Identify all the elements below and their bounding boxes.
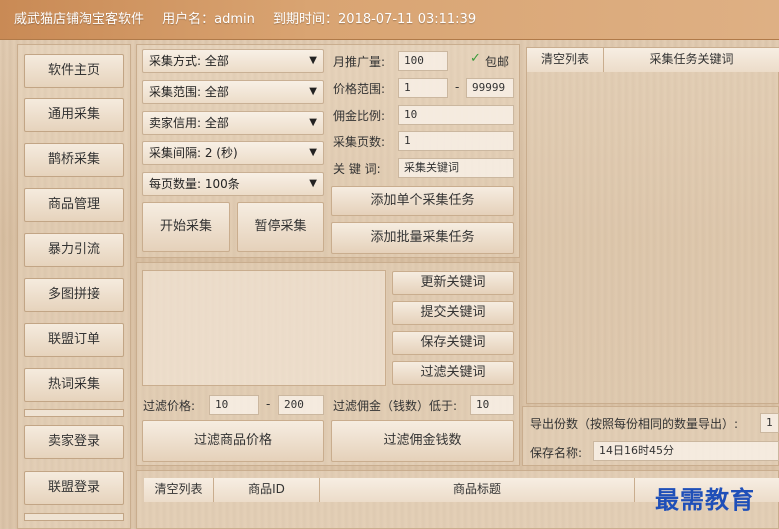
price-max-input[interactable]: 99999: [466, 78, 514, 98]
collect-method-select[interactable]: 采集方式: 全部 ▼: [142, 49, 324, 73]
filter-goods-price-button[interactable]: 过滤商品价格: [142, 420, 324, 462]
save-name-input[interactable]: 14日16时45分: [593, 441, 779, 461]
commission-ratio-label: 佣金比例:: [333, 109, 386, 123]
nav-alliance-login[interactable]: 联盟登录: [24, 471, 124, 505]
price-min-input[interactable]: 1: [398, 78, 448, 98]
submit-keywords-button[interactable]: 提交关键词: [392, 301, 514, 325]
chevron-down-icon: ▼: [309, 55, 317, 66]
filter-commission-button[interactable]: 过滤佣金钱数: [331, 420, 514, 462]
keyword-label: 关 键 词:: [333, 162, 381, 176]
chevron-down-icon: ▼: [309, 147, 317, 158]
nav-separator: [24, 409, 124, 417]
filter-commission-label: 过滤佣金（钱数）低于:: [333, 399, 458, 413]
collect-range-value: 采集范围: 全部: [149, 85, 229, 99]
filter-commission-input[interactable]: 10: [470, 395, 514, 415]
goods-clear-list-button[interactable]: 清空列表: [144, 478, 214, 502]
chevron-down-icon: ▼: [309, 86, 317, 97]
nav-general-collect[interactable]: 通用采集: [24, 98, 124, 132]
title-bar: 威武猫店铺淘宝客软件 用户名：admin 到期时间：2018-07-11 03:…: [0, 0, 779, 40]
filter-price-dash: -: [266, 397, 271, 411]
collect-method-value: 采集方式: 全部: [149, 54, 229, 68]
seller-credit-value: 卖家信用: 全部: [149, 116, 229, 130]
task-list-clear-button[interactable]: 清空列表: [527, 48, 604, 72]
per-page-value: 每页数量: 100条: [149, 177, 240, 191]
per-page-select[interactable]: 每页数量: 100条 ▼: [142, 172, 324, 196]
nav-software-home[interactable]: 软件主页: [24, 54, 124, 88]
watermark-text: 最需教育: [655, 485, 755, 514]
collect-interval-value: 采集间隔: 2 (秒): [149, 146, 238, 160]
collect-interval-select[interactable]: 采集间隔: 2 (秒) ▼: [142, 141, 324, 165]
task-keyword-column-header: 采集任务关键词: [604, 48, 779, 72]
chevron-down-icon: ▼: [309, 117, 317, 128]
filter-price-label: 过滤价格:: [143, 399, 196, 413]
collect-range-select[interactable]: 采集范围: 全部 ▼: [142, 80, 324, 104]
save-keywords-button[interactable]: 保存关键词: [392, 331, 514, 355]
price-range-label: 价格范围:: [333, 82, 386, 96]
add-batch-task-button[interactable]: 添加批量采集任务: [331, 222, 514, 254]
price-range-dash: -: [455, 80, 460, 94]
goods-title-column-header[interactable]: 商品标题: [320, 478, 635, 502]
filter-price-max-input[interactable]: 200: [278, 395, 324, 415]
start-collect-button[interactable]: 开始采集: [142, 202, 230, 252]
monthly-promo-label: 月推广量:: [333, 55, 386, 69]
chevron-down-icon: ▼: [309, 178, 317, 189]
export-count-label: 导出份数（按照每份相同的数量导出）:: [530, 417, 739, 431]
goods-id-column-header[interactable]: 商品ID: [214, 478, 320, 502]
export-count-input[interactable]: 1: [760, 413, 779, 433]
nav-queqiao-collect[interactable]: 鹊桥采集: [24, 143, 124, 177]
update-keywords-button[interactable]: 更新关键词: [392, 271, 514, 295]
nav-seller-login[interactable]: 卖家登录: [24, 425, 124, 459]
keyword-input[interactable]: 采集关键词: [398, 158, 514, 178]
nav-hotword-collect[interactable]: 热词采集: [24, 368, 124, 402]
nav-image-stitch[interactable]: 多图拼接: [24, 278, 124, 312]
collect-pages-input[interactable]: 1: [398, 131, 514, 151]
monthly-promo-input[interactable]: 100: [398, 51, 448, 71]
app-name: 威武猫店铺淘宝客软件: [14, 12, 145, 27]
collect-pages-label: 采集页数:: [333, 135, 386, 149]
checkmark-icon[interactable]: ✓: [470, 51, 481, 66]
pause-collect-button[interactable]: 暂停采集: [237, 202, 324, 252]
nav-traffic-boost[interactable]: 暴力引流: [24, 233, 124, 267]
filter-keywords-button[interactable]: 过滤关键词: [392, 361, 514, 385]
commission-ratio-input[interactable]: 10: [398, 105, 514, 125]
keyword-textarea[interactable]: [142, 270, 386, 386]
seller-credit-select[interactable]: 卖家信用: 全部 ▼: [142, 111, 324, 135]
task-keyword-list[interactable]: [526, 47, 779, 404]
nav-separator-bottom: [24, 513, 124, 521]
add-single-task-button[interactable]: 添加单个采集任务: [331, 186, 514, 216]
nav-alliance-orders[interactable]: 联盟订单: [24, 323, 124, 357]
user-name: 用户名：admin: [162, 12, 255, 27]
nav-goods-manage[interactable]: 商品管理: [24, 188, 124, 222]
free-shipping-label: 包邮: [485, 55, 510, 69]
save-name-label: 保存名称:: [530, 446, 583, 460]
expiry-time: 到期时间：2018-07-11 03:11:39: [273, 12, 477, 27]
filter-price-min-input[interactable]: 10: [209, 395, 259, 415]
